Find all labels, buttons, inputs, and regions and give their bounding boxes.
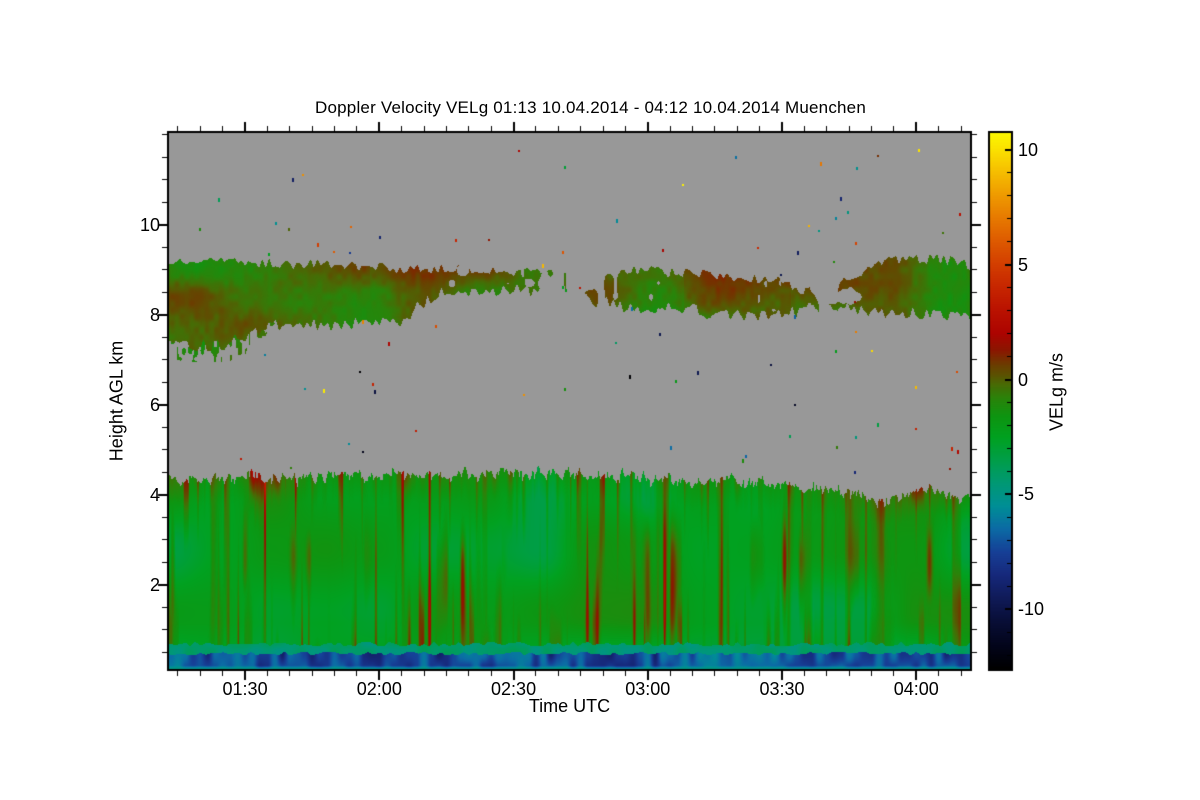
- y-tick-label: 4: [149, 484, 160, 505]
- x-tick-label: 02:30: [491, 679, 537, 699]
- x-tick-label: 03:30: [759, 679, 805, 699]
- chart-title: Doppler Velocity VELg 01:13 10.04.2014 -…: [315, 98, 866, 117]
- y-tick-label: 6: [149, 394, 160, 415]
- colorbar-tick-label: -5: [1018, 484, 1035, 505]
- y-tick-label: 8: [149, 304, 160, 325]
- colorbar-tick-label: 5: [1018, 254, 1029, 275]
- x-tick-label: 02:00: [356, 679, 402, 699]
- x-tick-label: 03:00: [625, 679, 671, 699]
- y-tick-label: 2: [149, 574, 160, 595]
- colorbar-tick-label: 10: [1018, 139, 1039, 160]
- x-tick-label: 04:00: [893, 679, 939, 699]
- x-tick-label: 01:30: [222, 679, 268, 699]
- colorbar-tick-label: 0: [1018, 369, 1029, 390]
- heatmap-canvas: [0, 0, 1200, 800]
- y-tick-label: 10: [139, 214, 160, 235]
- x-axis-title: Time UTC: [528, 696, 611, 716]
- doppler-velocity-quicklook: Doppler Velocity VELg 01:13 10.04.2014 -…: [0, 0, 1200, 800]
- colorbar-title: VELg m/s: [1046, 352, 1067, 432]
- colorbar-tick-label: -10: [1018, 599, 1045, 620]
